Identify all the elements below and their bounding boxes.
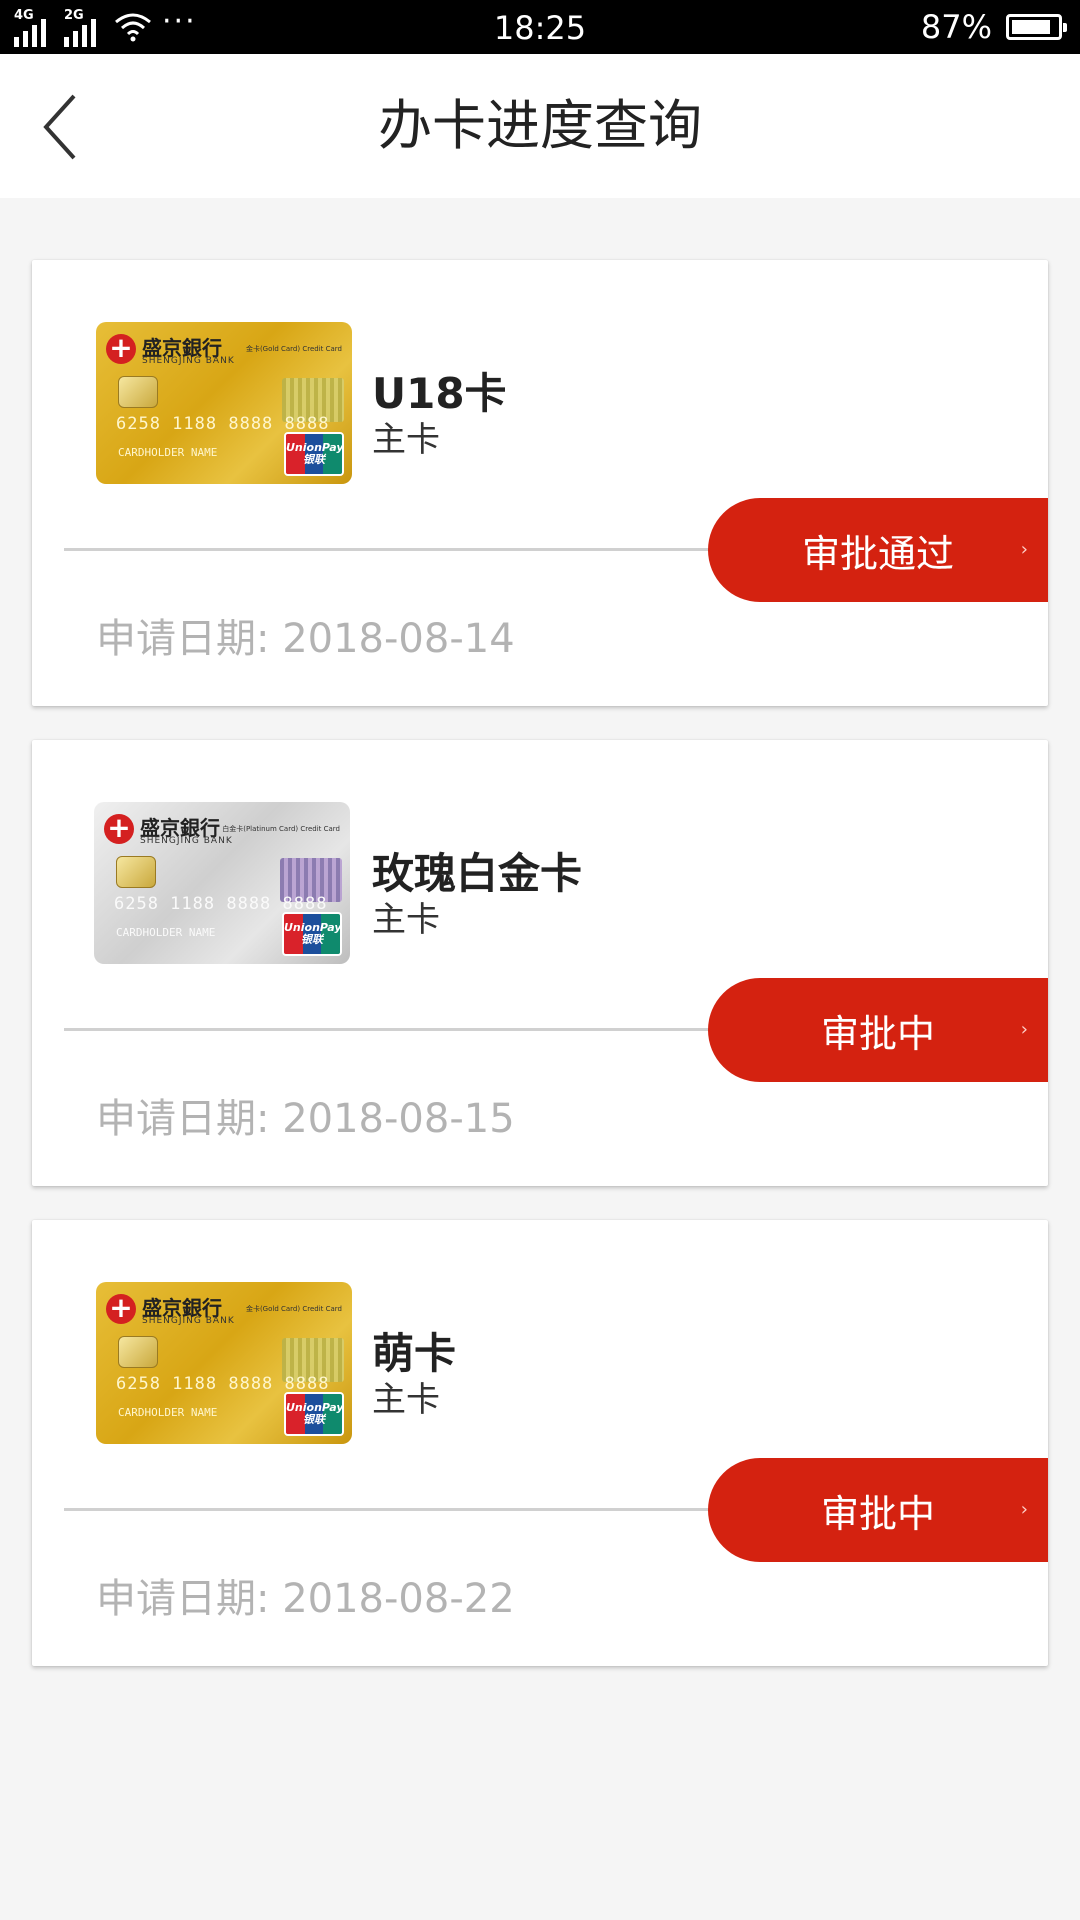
card-holder: CARDHOLDER NAME: [116, 926, 216, 939]
card-holder: CARDHOLDER NAME: [118, 1406, 218, 1419]
bank-name-en: SHENGJING BANK: [142, 356, 235, 366]
application-card[interactable]: 盛京銀行 SHENGJING BANK 白金卡(Platinum Card) C…: [32, 740, 1048, 1186]
divider: [64, 1508, 710, 1511]
apply-date-value: 2018-08-15: [282, 1096, 515, 1142]
status-label: 审批中: [820, 1011, 935, 1056]
clock: 18:25: [493, 9, 587, 47]
apply-date-value: 2018-08-22: [282, 1576, 515, 1622]
apply-date-value: 2018-08-14: [282, 616, 515, 662]
status-label: 审批通过: [801, 531, 954, 576]
card-tier: 金卡(Gold Card) Credit Card: [245, 345, 342, 353]
nav-bar: 办卡进度查询: [0, 54, 1080, 198]
credit-card-image: 盛京銀行 SHENGJING BANK 金卡(Gold Card) Credit…: [96, 1282, 352, 1444]
credit-card-image: 盛京銀行 SHENGJING BANK 白金卡(Platinum Card) C…: [94, 802, 350, 964]
card-number: 6258 1188 8888 8888: [114, 894, 328, 914]
battery-icon: [1006, 14, 1067, 40]
divider: [64, 548, 710, 551]
apply-date: 申请日期: 2018-08-15: [96, 1086, 515, 1144]
unionpay-logo-icon: UnionPay 银联: [282, 912, 342, 956]
apply-date-label: 申请日期:: [96, 616, 270, 662]
status-button[interactable]: 审批通过 ›: [708, 498, 1048, 602]
chevron-right-icon: ›: [1020, 539, 1028, 560]
chevron-right-icon: ›: [1020, 1499, 1028, 1520]
status-button[interactable]: 审批中 ›: [708, 1458, 1048, 1562]
credit-card-image: 盛京銀行 SHENGJING BANK 金卡(Gold Card) Credit…: [96, 322, 352, 484]
bank-logo-icon: [104, 811, 134, 844]
status-right: 87%: [920, 0, 1067, 54]
page-title: 办卡进度查询: [378, 94, 702, 157]
chip-icon: [118, 1336, 158, 1368]
application-card[interactable]: 盛京銀行 SHENGJING BANK 金卡(Gold Card) Credit…: [32, 260, 1048, 706]
card-kind: 主卡: [372, 1380, 440, 1420]
bank-logo-icon: [106, 1291, 136, 1324]
unionpay-logo-icon: UnionPay 银联: [284, 1392, 344, 1436]
card-number: 6258 1188 8888 8888: [116, 1374, 330, 1394]
battery-percent: 87%: [920, 8, 992, 46]
card-kind: 主卡: [372, 420, 440, 460]
apply-date: 申请日期: 2018-08-14: [96, 606, 515, 664]
application-card[interactable]: 盛京銀行 SHENGJING BANK 金卡(Gold Card) Credit…: [32, 1220, 1048, 1666]
bank-name-en: SHENGJING BANK: [142, 1316, 235, 1326]
chevron-right-icon: ›: [1020, 1019, 1028, 1040]
divider: [64, 1028, 710, 1031]
status-button[interactable]: 审批中 ›: [708, 978, 1048, 1082]
card-holder: CARDHOLDER NAME: [118, 446, 218, 459]
apply-date-label: 申请日期:: [96, 1576, 270, 1622]
apply-date: 申请日期: 2018-08-22: [96, 1566, 515, 1624]
application-list: 盛京銀行 SHENGJING BANK 金卡(Gold Card) Credit…: [32, 260, 1048, 1700]
bank-name-en: SHENGJING BANK: [140, 836, 233, 846]
chip-icon: [118, 376, 158, 408]
unionpay-logo-icon: UnionPay 银联: [284, 432, 344, 476]
card-kind: 主卡: [372, 900, 440, 940]
apply-date-label: 申请日期:: [96, 1096, 270, 1142]
card-tier: 白金卡(Platinum Card) Credit Card: [222, 825, 340, 833]
card-number: 6258 1188 8888 8888: [116, 414, 330, 434]
card-tier: 金卡(Gold Card) Credit Card: [245, 1305, 342, 1313]
bank-logo-icon: [106, 331, 136, 364]
chip-icon: [116, 856, 156, 888]
status-label: 审批中: [820, 1491, 935, 1536]
status-bar: 4G 2G ··· 18:25 87%: [0, 0, 1080, 54]
